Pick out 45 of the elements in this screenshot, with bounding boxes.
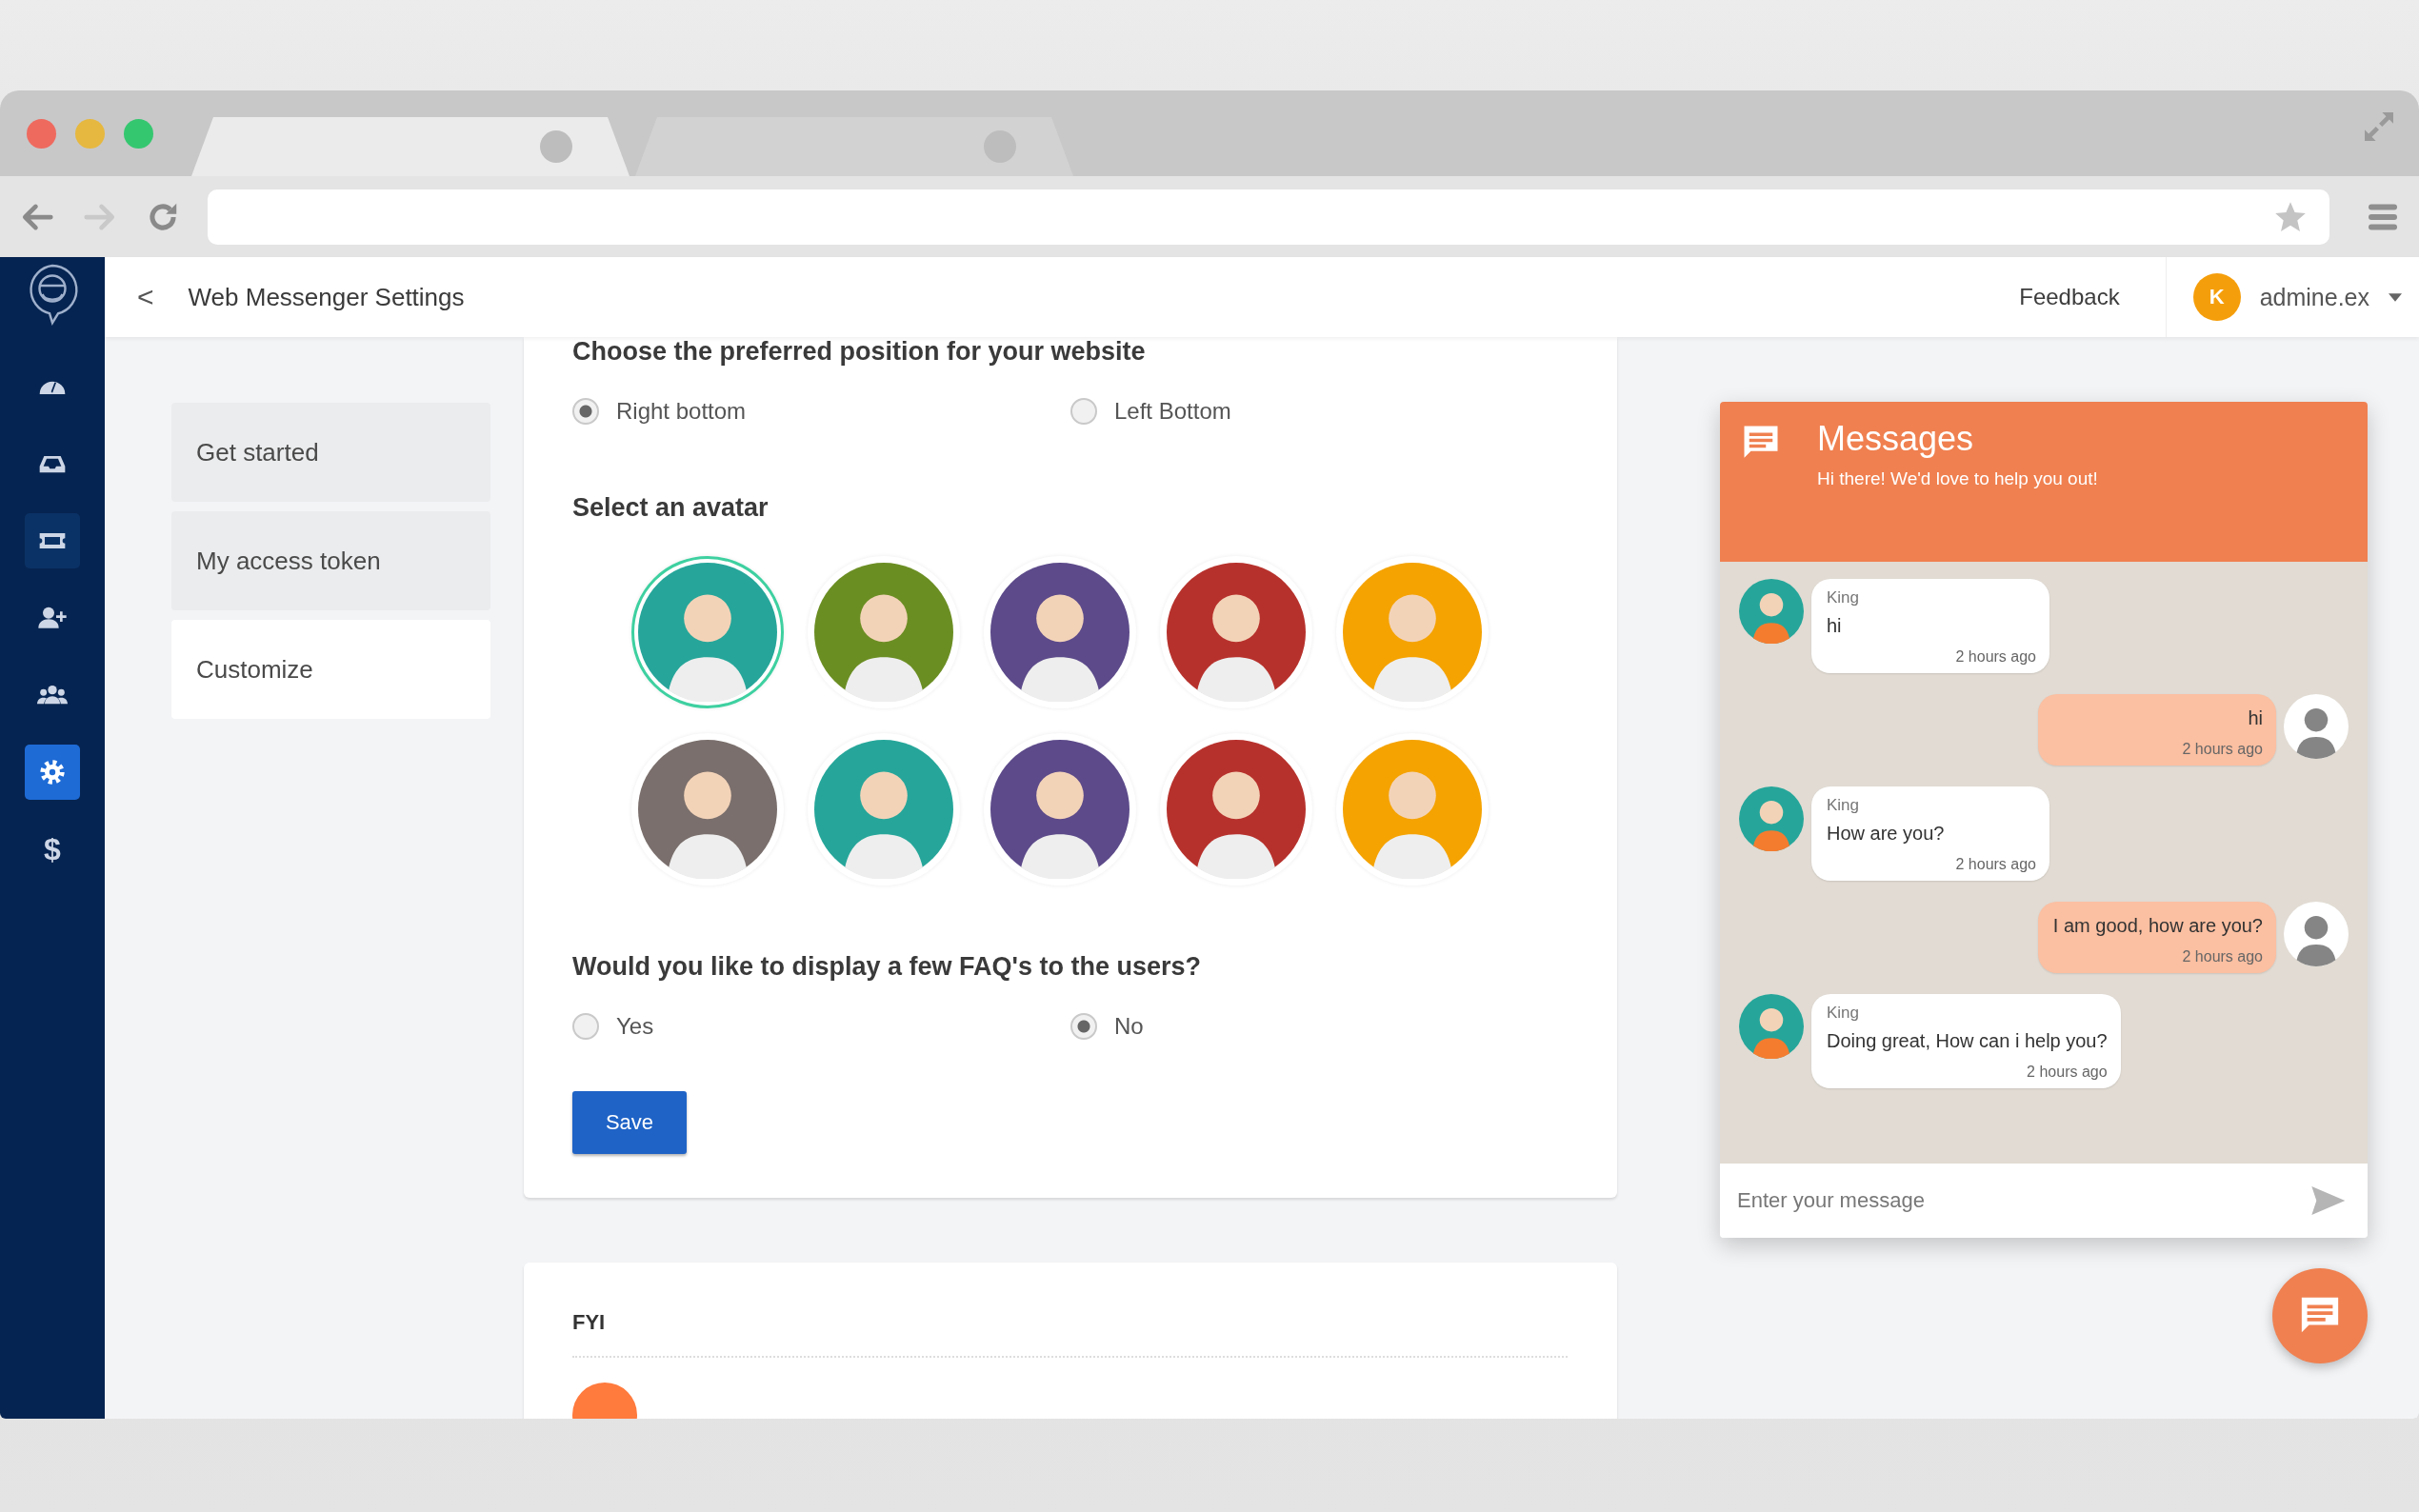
radio-option[interactable]: No xyxy=(1070,1013,1569,1040)
chat-title: Messages xyxy=(1817,419,1975,459)
save-button[interactable]: Save xyxy=(572,1091,687,1154)
settings-menu-item[interactable]: My access token xyxy=(171,511,490,610)
tab-close-icon[interactable] xyxy=(540,130,572,163)
sender-name: King xyxy=(1827,796,1861,815)
settings-menu-item[interactable]: Get started xyxy=(171,403,490,502)
question-heading: Choose the preferred position for your website xyxy=(572,337,1147,366)
sender-name: King xyxy=(1827,1004,1861,1023)
tickets-nav-item[interactable] xyxy=(25,513,80,568)
settings-menu-item[interactable]: Customize xyxy=(171,620,490,719)
message-text: hi xyxy=(1827,615,1843,637)
chat-launcher-button[interactable] xyxy=(2272,1268,2368,1363)
billing-nav-item[interactable]: $ xyxy=(25,822,80,877)
user-name[interactable]: admine.ex xyxy=(2259,283,2369,311)
caret-icon[interactable] xyxy=(2389,292,2402,302)
radio-option[interactable]: Right bottom xyxy=(572,398,1070,425)
message-text: I am good, how are you? xyxy=(2052,915,2263,937)
message-text: Doing great, How can i help you? xyxy=(1827,1030,2108,1052)
message-time: 2 hours ago xyxy=(2181,741,2263,758)
section-heading: Select an avatar xyxy=(572,493,770,522)
back-button[interactable]: < xyxy=(124,281,168,313)
chat-subtitle: Hi there! We'd love to help you out! xyxy=(1817,468,2098,489)
agent-avatar xyxy=(1739,579,1804,644)
agent-avatar xyxy=(1739,786,1804,851)
radio-option[interactable]: Left Bottom xyxy=(1070,398,1569,425)
user-avatar xyxy=(2284,694,2349,759)
section-heading: FYI xyxy=(572,1310,607,1335)
settings-nav-item[interactable] xyxy=(25,745,80,800)
message-text: hi xyxy=(2247,707,2263,729)
sender-name: King xyxy=(1827,588,1861,607)
message-text: How are you? xyxy=(1827,823,1946,845)
feedback-link[interactable]: Feedback xyxy=(2019,284,2120,310)
message-time: 2 hours ago xyxy=(2181,948,2263,965)
question-heading: Would you like to display a few FAQ's to the users? xyxy=(572,952,1203,981)
message-time: 2 hours ago xyxy=(2026,1064,2108,1081)
page-title: Web Messenger Settings xyxy=(188,282,465,312)
message-time: 2 hours ago xyxy=(1954,856,2036,873)
user-avatar xyxy=(2284,902,2349,966)
message-field[interactable]: Enter your message xyxy=(1720,1164,2368,1238)
settings-icon xyxy=(37,757,68,787)
message-time: 2 hours ago xyxy=(1954,648,2036,666)
agent-avatar xyxy=(1739,994,1804,1059)
radio-option[interactable]: Yes xyxy=(572,1013,1070,1040)
window-control-button[interactable] xyxy=(27,118,56,149)
